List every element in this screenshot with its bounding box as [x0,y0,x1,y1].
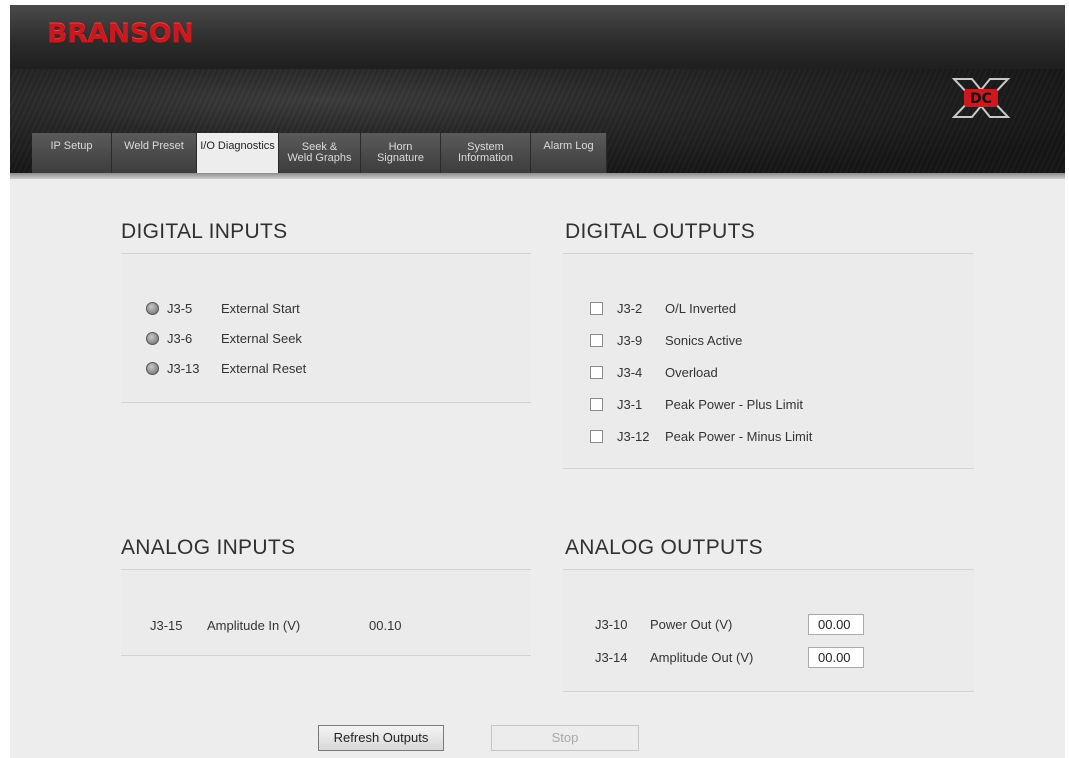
analog-outputs-title: ANALOG OUTPUTS [565,536,763,559]
digital-output-row[interactable]: J3-2 O/L Inverted [590,301,736,316]
analog-input-row: J3-15 Amplitude In (V) 00.10 [150,618,402,633]
tab-bar: IP Setup Weld Preset I/O Diagnostics See… [32,133,607,173]
digital-input-row: J3-5 External Start [146,301,300,316]
output-checkbox[interactable] [590,430,603,443]
tab-label: Alarm Log [543,140,594,152]
status-led-icon [146,332,159,345]
tab-weld-preset[interactable]: Weld Preset [112,133,197,173]
pin-label: J3-14 [595,650,628,665]
pin-label: J3-2 [617,301,643,316]
digital-outputs-title: DIGITAL OUTPUTS [565,220,756,243]
tab-label-line2: Signature [376,152,425,164]
output-checkbox[interactable] [590,366,603,379]
tab-seek-weld-graphs[interactable]: Seek & Weld Graphs [279,133,361,173]
output-label: Sonics Active [665,333,743,348]
input-label: Amplitude In (V) [207,618,301,633]
digital-output-row[interactable]: J3-9 Sonics Active [590,333,742,348]
amplitude-out-field[interactable]: 00.00 [808,647,864,668]
tab-label: System Information [458,142,513,164]
analog-inputs-panel [121,569,531,656]
output-checkbox[interactable] [590,302,603,315]
input-label: External Seek [221,331,302,346]
input-label: External Reset [221,361,307,376]
digital-output-row[interactable]: J3-12 Peak Power - Minus Limit [590,429,812,444]
app-frame: BRANSON DC IP Setup Weld Preset I/O Diag… [10,5,1065,758]
output-label: O/L Inverted [665,301,737,316]
analog-output-row: J3-14 Amplitude Out (V) 00.00 [595,647,864,668]
status-led-icon [146,362,159,375]
pin-label: J3-5 [167,301,193,316]
stop-button[interactable]: Stop [491,725,639,751]
pin-label: J3-13 [167,361,200,376]
tab-ip-setup[interactable]: IP Setup [32,133,112,173]
digital-inputs-panel [121,253,531,403]
digital-output-row[interactable]: J3-4 Overload [590,365,718,380]
top-bar: BRANSON [10,5,1065,69]
tab-label: Horn Signature [377,142,424,164]
tab-io-diagnostics[interactable]: I/O Diagnostics [197,133,279,173]
pin-label: J3-4 [617,365,643,380]
output-label: Power Out (V) [650,617,733,632]
output-checkbox[interactable] [590,334,603,347]
output-label: Overload [665,365,718,380]
analog-inputs-title: ANALOG INPUTS [121,536,296,559]
output-label: Peak Power - Plus Limit [665,397,803,412]
analog-output-row: J3-10 Power Out (V) 00.00 [595,614,864,635]
pin-label: J3-15 [150,618,183,633]
status-led-icon [146,302,159,315]
pin-label: J3-10 [595,617,628,632]
pin-label: J3-6 [167,331,193,346]
tab-system-information[interactable]: System Information [441,133,531,173]
dc-logo-icon: DC [951,78,1011,118]
tab-underline [10,173,1065,179]
output-checkbox[interactable] [590,398,603,411]
tab-label-line2: Weld Graphs [287,152,352,164]
refresh-outputs-button[interactable]: Refresh Outputs [318,725,444,751]
pin-label: J3-1 [617,397,643,412]
tab-label: IP Setup [50,140,93,152]
tab-alarm-log[interactable]: Alarm Log [531,133,607,173]
dc-logo-text: DC [970,91,992,107]
power-out-field[interactable]: 00.00 [808,614,864,635]
branson-logo: BRANSON [47,19,194,50]
digital-input-row: J3-6 External Seek [146,331,302,346]
digital-input-row: J3-13 External Reset [146,361,306,376]
analog-input-value: 00.10 [369,618,402,633]
output-label: Peak Power - Minus Limit [665,429,813,444]
digital-output-row[interactable]: J3-1 Peak Power - Plus Limit [590,397,803,412]
digital-inputs-title: DIGITAL INPUTS [121,220,288,243]
pin-label: J3-12 [617,429,650,444]
tab-label: I/O Diagnostics [200,140,275,152]
tab-label: Weld Preset [124,140,184,152]
tab-label: Seek & Weld Graphs [288,142,352,164]
output-label: Amplitude Out (V) [650,650,754,665]
tab-label-line2: Information [457,152,514,164]
input-label: External Start [221,301,300,316]
tab-horn-signature[interactable]: Horn Signature [361,133,441,173]
pin-label: J3-9 [617,333,643,348]
